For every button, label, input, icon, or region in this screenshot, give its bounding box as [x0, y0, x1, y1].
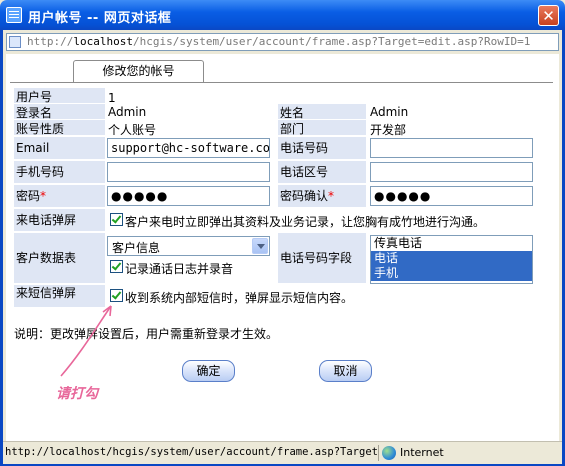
email-label: Email — [14, 137, 105, 159]
phone-field-option-phone[interactable]: 电话 — [371, 251, 532, 266]
call-popup-checkbox[interactable] — [110, 213, 123, 226]
phone-field-option-mobile[interactable]: 手机 — [371, 266, 532, 281]
phone-label: 电话号码 — [278, 137, 366, 159]
department-label: 部门 — [278, 120, 366, 136]
customer-table-select[interactable]: 客户信息 — [107, 236, 270, 256]
call-popup-label: 来电话弹屏 — [14, 209, 105, 231]
page-content: 修改您的帐号 用户号 1 登录名 Admin 姓名 Admin 账号性质 个人账… — [6, 54, 559, 441]
confirm-required-mark: * — [328, 189, 335, 203]
account-type-label: 账号性质 — [14, 120, 105, 136]
ok-button[interactable]: 确定 — [182, 360, 235, 382]
call-popup-text: 客户来电时立即弹出其资料及业务记录，让您胸有成竹地进行沟通。 — [125, 215, 486, 229]
phone-field-option-fax[interactable]: 传真电话 — [371, 236, 532, 251]
window-frame: http://localhost/hcgis/system/user/accou… — [0, 30, 565, 466]
area-code-field[interactable] — [370, 162, 533, 182]
dialog-icon — [6, 7, 22, 23]
mobile-label: 手机号码 — [14, 161, 105, 183]
status-bar: http://localhost/hcgis/system/user/accou… — [3, 441, 562, 464]
phone-field-label: 电话号码字段 — [278, 233, 366, 283]
window-title: 用户帐号 -- 网页对话框 — [28, 11, 172, 26]
customer-table-selected: 客户信息 — [112, 241, 161, 255]
name-value: Admin — [370, 105, 409, 119]
account-type-value: 个人账号 — [108, 123, 157, 137]
phone-field-listbox[interactable]: 传真电话 电话 手机 — [370, 235, 533, 284]
sms-popup-text: 收到系统内部短信时，弹屏显示短信内容。 — [125, 291, 354, 305]
cancel-button[interactable]: 取消 — [319, 360, 372, 382]
user-id-value: 1 — [108, 91, 116, 105]
password-required-mark: * — [40, 189, 47, 203]
department-value: 开发部 — [370, 123, 407, 137]
hint-arrow — [60, 305, 112, 377]
login-name-label: 登录名 — [14, 104, 105, 120]
email-field[interactable]: support@hc-software.com — [107, 138, 270, 158]
log-call-text: 记录通话日志并录音 — [125, 262, 234, 276]
tab-edit-account[interactable]: 修改您的帐号 — [73, 60, 204, 82]
confirm-password-field[interactable]: ●●●●● — [370, 186, 533, 206]
page-icon — [9, 36, 21, 48]
customer-table-label: 客户数据表 — [14, 233, 105, 283]
phone-field[interactable] — [370, 138, 533, 158]
area-code-label: 电话区号 — [278, 161, 366, 183]
user-id-label: 用户号 — [14, 88, 105, 104]
login-name-value: Admin — [108, 105, 147, 119]
log-call-checkbox[interactable] — [110, 260, 123, 273]
chevron-down-icon[interactable] — [252, 238, 268, 254]
status-divider — [378, 445, 379, 461]
mobile-field[interactable] — [107, 162, 270, 182]
password-label: 密码* — [14, 185, 105, 207]
dialog-body: http://localhost/hcgis/system/user/accou… — [3, 30, 562, 464]
title-bar: 用户帐号 -- 网页对话框 ✕ — [0, 0, 565, 30]
confirm-password-label: 密码确认* — [278, 185, 366, 207]
status-url: http://localhost/hcgis/system/user/accou… — [5, 446, 377, 458]
password-field[interactable]: ●●●●● — [107, 186, 270, 206]
tab-divider — [10, 82, 553, 83]
close-button[interactable]: ✕ — [538, 5, 559, 26]
globe-icon — [382, 446, 396, 460]
security-zone: Internet — [400, 446, 444, 459]
address-text: http://localhost/hcgis/system/user/accou… — [27, 35, 531, 48]
hint-text: 请打勾 — [56, 386, 98, 402]
name-label: 姓名 — [278, 104, 366, 120]
address-bar[interactable]: http://localhost/hcgis/system/user/accou… — [6, 33, 559, 51]
